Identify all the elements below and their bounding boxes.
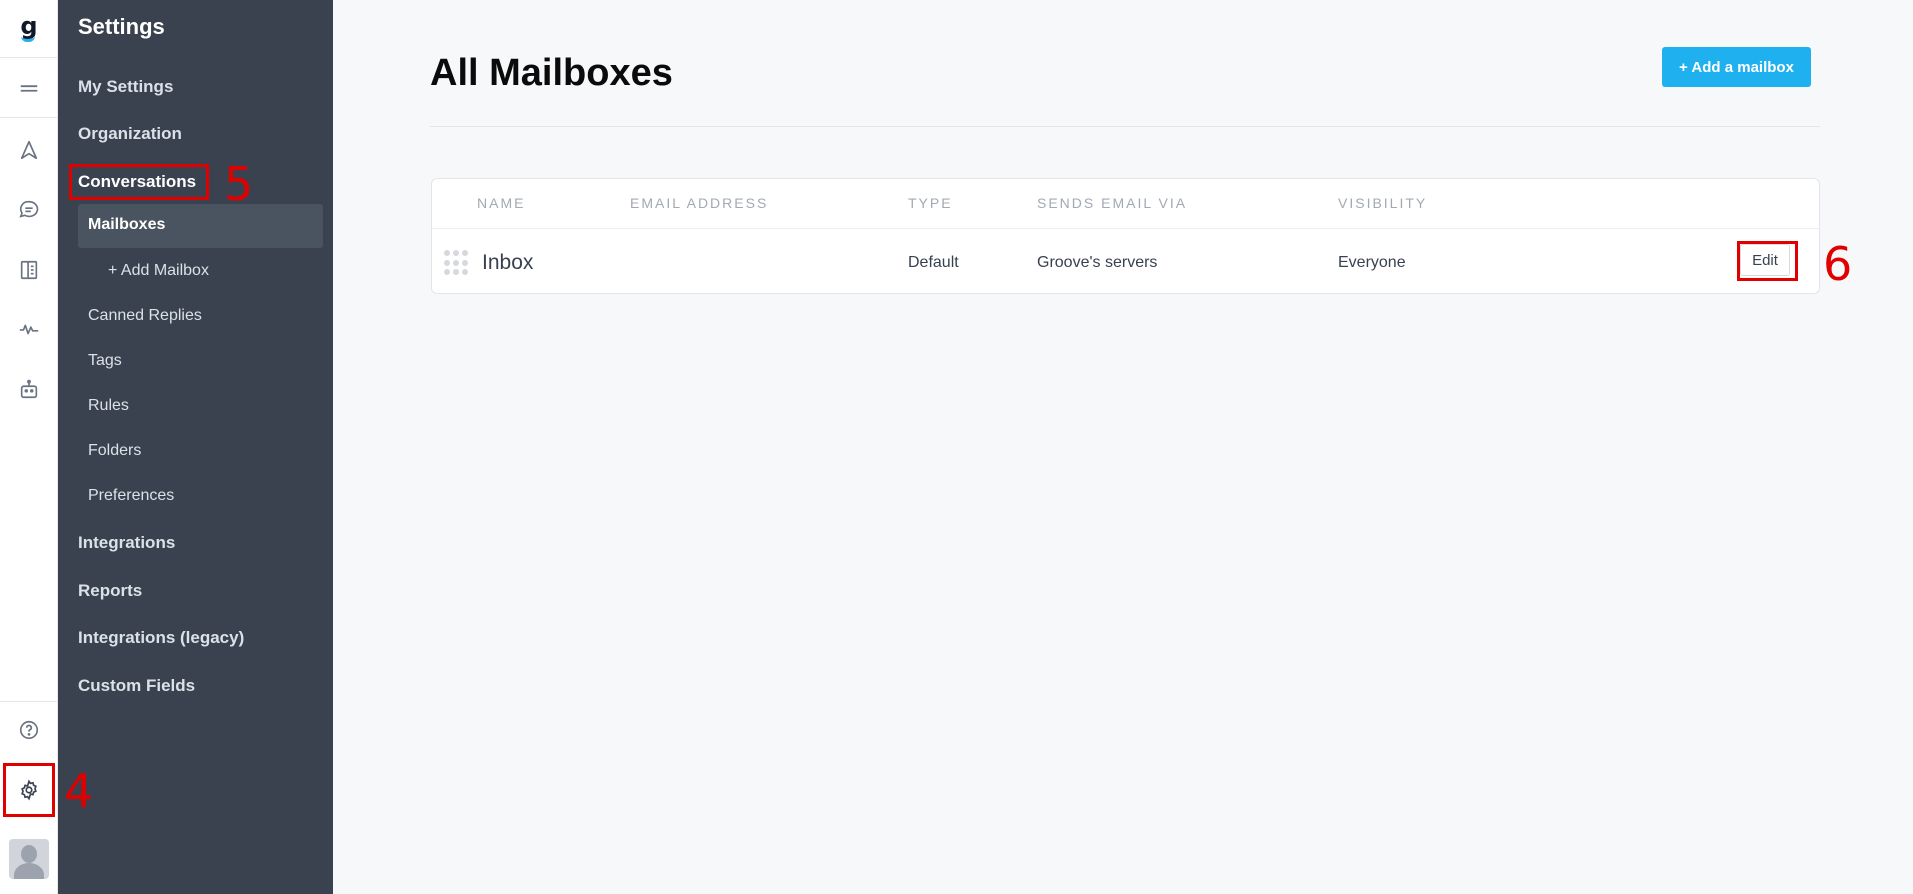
header-divider (430, 126, 1820, 127)
add-mailbox-button[interactable]: + Add a mailbox (1662, 47, 1811, 87)
rail-divider (0, 117, 58, 118)
drag-handle-icon[interactable] (444, 250, 468, 276)
annotation-number-4: 4 (64, 764, 94, 818)
menu-icon[interactable] (0, 60, 58, 116)
user-avatar-button[interactable] (0, 824, 58, 894)
column-header-type[interactable]: TYPE (908, 195, 953, 211)
sidebar-item-rules[interactable]: Rules (88, 397, 129, 415)
sidebar-item-my-settings[interactable]: My Settings (78, 77, 173, 97)
sidebar-item-label: Mailboxes (88, 216, 166, 233)
sidebar-item-integrations-legacy[interactable]: Integrations (legacy) (78, 628, 244, 648)
avatar-body-shape (14, 863, 44, 879)
sidebar-item-add-mailbox[interactable]: + Add Mailbox (108, 262, 209, 280)
annotation-box-5 (69, 164, 209, 200)
sidebar-title: Settings (78, 14, 165, 39)
chat-icon[interactable] (0, 182, 58, 238)
mailbox-type: Default (908, 254, 959, 271)
table-header-divider (432, 228, 1819, 229)
annotation-number-5: 5 (224, 157, 254, 211)
settings-sidebar: Settings My Settings Organization Conver… (58, 0, 333, 894)
mailboxes-table: NAME EMAIL ADDRESS TYPE SENDS EMAIL VIA … (431, 178, 1820, 294)
column-header-sends-via[interactable]: SENDS EMAIL VIA (1037, 195, 1187, 211)
icon-rail: g (0, 0, 58, 894)
sidebar-item-tags[interactable]: Tags (88, 352, 122, 370)
mailbox-name[interactable]: Inbox (482, 251, 533, 275)
avatar (9, 839, 49, 879)
annotation-box-6 (1737, 241, 1798, 281)
sidebar-item-canned-replies[interactable]: Canned Replies (88, 307, 202, 325)
help-icon[interactable] (0, 702, 58, 758)
column-header-name[interactable]: NAME (477, 195, 525, 211)
sidebar-item-mailboxes[interactable]: Mailboxes (78, 204, 323, 248)
sidebar-item-preferences[interactable]: Preferences (88, 487, 174, 505)
sidebar-item-folders[interactable]: Folders (88, 442, 141, 460)
bot-icon[interactable] (0, 361, 58, 417)
send-icon[interactable] (0, 122, 58, 178)
book-icon[interactable] (0, 242, 58, 298)
sidebar-item-reports[interactable]: Reports (78, 581, 142, 601)
annotation-number-6: 6 (1823, 237, 1853, 291)
sidebar-item-custom-fields[interactable]: Custom Fields (78, 676, 195, 696)
column-header-email[interactable]: EMAIL ADDRESS (630, 195, 768, 211)
avatar-head-shape (21, 845, 37, 863)
column-header-visibility[interactable]: VISIBILITY (1338, 195, 1427, 211)
sidebar-item-integrations[interactable]: Integrations (78, 533, 175, 553)
mailbox-visibility: Everyone (1338, 254, 1406, 271)
groove-logo[interactable]: g (0, 0, 58, 58)
annotation-box-4 (3, 763, 55, 817)
page-title: All Mailboxes (430, 52, 673, 94)
sidebar-item-organization[interactable]: Organization (78, 124, 182, 144)
mailbox-sends-via: Groove's servers (1037, 254, 1158, 271)
activity-icon[interactable] (0, 301, 58, 357)
logo-smile-mark (21, 36, 35, 42)
